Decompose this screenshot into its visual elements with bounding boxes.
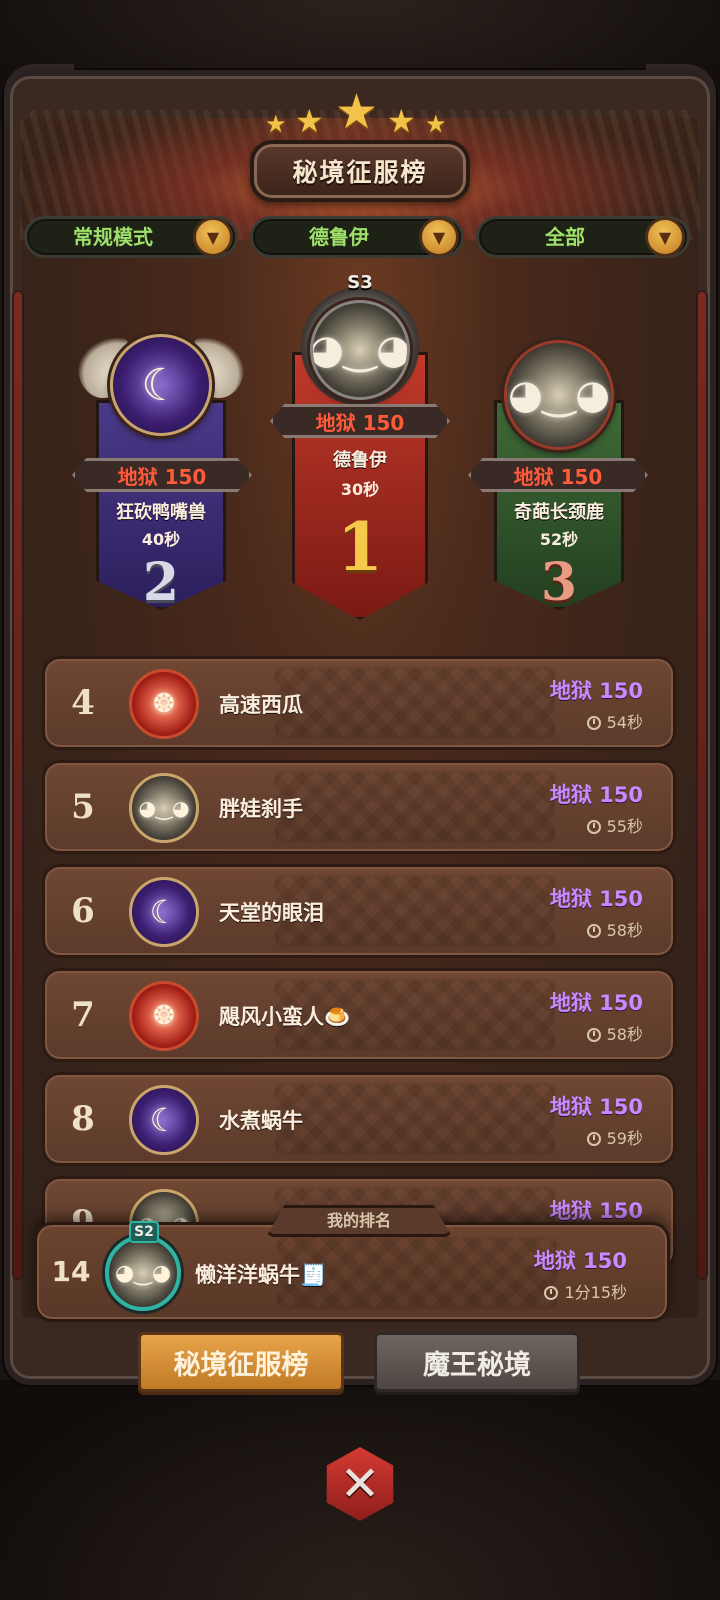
clock-icon (586, 924, 601, 938)
star-icon: ★ (425, 110, 447, 138)
row-rank: 5 (71, 787, 95, 827)
row-pattern (275, 667, 555, 739)
druid-face-icon: ◕‿◕ (129, 773, 199, 843)
my-rank-number: 14 (51, 1255, 91, 1288)
my-time-value: 1分15秒 (564, 1283, 627, 1302)
player-name: 德鲁伊 (333, 450, 387, 471)
row-time-value: 58秒 (606, 921, 643, 940)
chevron-down-icon[interactable]: ▼ (645, 217, 685, 257)
scope-filter-label: 全部 (545, 225, 585, 249)
score-ribbon: 地狱 150 (468, 458, 648, 492)
ranking-row[interactable]: 7 ❂ 飓风小蛮人🍮 地狱 150 58秒 (42, 968, 676, 1062)
row-player-name: 胖娃刹手 (219, 797, 303, 821)
season-badge: S2 (129, 1221, 159, 1243)
ranking-row[interactable]: 5 ◕‿◕ 胖娃刹手 地狱 150 55秒 (42, 760, 676, 854)
ranking-row[interactable]: 6 ☾ 天堂的眼泪 地狱 150 58秒 (42, 864, 676, 958)
druid-face-icon: ◕‿◕ (114, 1260, 172, 1286)
row-rank: 6 (71, 891, 95, 931)
row-rank: 8 (71, 1099, 95, 1139)
row-player-name: 天堂的眼泪 (219, 901, 324, 925)
tab-demon-king-realm[interactable]: 魔王秘境 (374, 1332, 580, 1392)
row-rank: 4 (71, 683, 95, 723)
side-rail (12, 290, 24, 1280)
ranking-row[interactable]: 8 ☾ 水煮蜗牛 地狱 150 59秒 (42, 1072, 676, 1166)
player-name: 狂砍鸭嘴兽 (116, 502, 206, 523)
page-title: 秘境征服榜 (292, 158, 428, 187)
crescent-moon-icon: ☾ (129, 1085, 199, 1155)
row-time-value: 59秒 (606, 1129, 643, 1148)
clock-icon (586, 716, 601, 730)
mode-filter-label: 常规模式 (73, 225, 153, 249)
podium-score: 地狱 150 (315, 410, 405, 435)
druid-face-icon: ◕‿◕ (310, 300, 410, 400)
row-player-name: 水煮蜗牛 (219, 1109, 303, 1133)
avatar: ◕‿◕ (105, 1235, 181, 1311)
season-badge: S3 (347, 272, 373, 293)
score-ribbon: 地狱 150 (270, 404, 450, 438)
crescent-moon-icon: ☾ (129, 877, 199, 947)
clear-time: 40秒 (141, 530, 181, 549)
star-icon: ★ (387, 102, 416, 140)
title-plate: 秘境征服榜 (250, 140, 470, 202)
helmet-face-icon: ◕‿◕ (504, 340, 614, 450)
fire-swirl-icon: ❂ (129, 669, 199, 739)
crescent-moon-icon: ☾ (110, 334, 212, 436)
rank-number: 2 (142, 552, 180, 613)
row-score: 地狱 150 (549, 679, 643, 703)
my-player-name: 懒洋洋蜗牛🧾 (195, 1263, 327, 1287)
row-player-name: 飓风小蛮人🍮 (219, 1005, 351, 1029)
ranking-row[interactable]: 4 ❂ 高速西瓜 地狱 150 54秒 (42, 656, 676, 750)
chevron-down-icon[interactable]: ▼ (419, 217, 459, 257)
scope-filter-dropdown[interactable]: 全部 ▼ (476, 216, 690, 258)
row-time-value: 55秒 (606, 817, 643, 836)
side-rail (696, 290, 708, 1280)
clock-icon (586, 1028, 601, 1042)
clock-icon (586, 1132, 601, 1146)
my-score: 地狱 150 (533, 1249, 627, 1273)
clear-time: 52秒 (539, 530, 579, 549)
score-ribbon: 地狱 150 (72, 458, 252, 492)
player-name: 奇葩长颈鹿 (514, 502, 604, 523)
row-score: 地狱 150 (549, 783, 643, 807)
row-time: 59秒 (586, 1125, 643, 1149)
rank-number: 1 (337, 508, 383, 586)
star-icon: ★ (335, 84, 379, 140)
podium-score: 地狱 150 (513, 464, 603, 489)
rank-number: 3 (540, 552, 578, 613)
class-filter-dropdown[interactable]: 德鲁伊 ▼ (250, 216, 464, 258)
row-score: 地狱 150 (549, 1095, 643, 1119)
class-filter-label: 德鲁伊 (309, 225, 369, 249)
row-time-value: 58秒 (606, 1025, 643, 1044)
row-time: 55秒 (586, 813, 643, 837)
clock-icon (544, 1286, 559, 1300)
star-rating: ★ ★ ★ ★ ★ (265, 84, 455, 140)
mode-filter-dropdown[interactable]: 常规模式 ▼ (24, 216, 238, 258)
row-time: 58秒 (586, 1021, 643, 1045)
clear-time: 30秒 (340, 480, 380, 499)
row-time: 54秒 (586, 709, 643, 733)
podium-score: 地狱 150 (117, 464, 207, 489)
my-rank-row[interactable]: 14 ◕‿◕ S2 懒洋洋蜗牛🧾 地狱 150 1分15秒 (34, 1221, 670, 1322)
hexagon-frame: ✕ (326, 1447, 394, 1521)
tab-conquest-leaderboard[interactable]: 秘境征服榜 (138, 1332, 344, 1392)
close-icon: ✕ (339, 1456, 381, 1512)
row-score: 地狱 150 (549, 991, 643, 1015)
row-score: 地狱 150 (549, 887, 643, 911)
close-button[interactable]: ✕ (318, 1442, 402, 1526)
clock-icon (586, 820, 601, 834)
star-icon: ★ (295, 102, 324, 140)
row-score: 地狱 150 (549, 1199, 643, 1223)
star-icon: ★ (265, 110, 287, 138)
row-pattern (275, 1083, 555, 1155)
my-rank-tag: 我的排名 (266, 1205, 452, 1237)
row-rank: 7 (71, 995, 95, 1035)
row-player-name: 高速西瓜 (219, 693, 303, 717)
chevron-down-icon[interactable]: ▼ (193, 217, 233, 257)
fire-swirl-icon: ❂ (129, 981, 199, 1051)
row-pattern (275, 771, 555, 843)
row-time: 58秒 (586, 917, 643, 941)
my-time: 1分15秒 (544, 1279, 627, 1303)
row-time-value: 54秒 (606, 713, 643, 732)
